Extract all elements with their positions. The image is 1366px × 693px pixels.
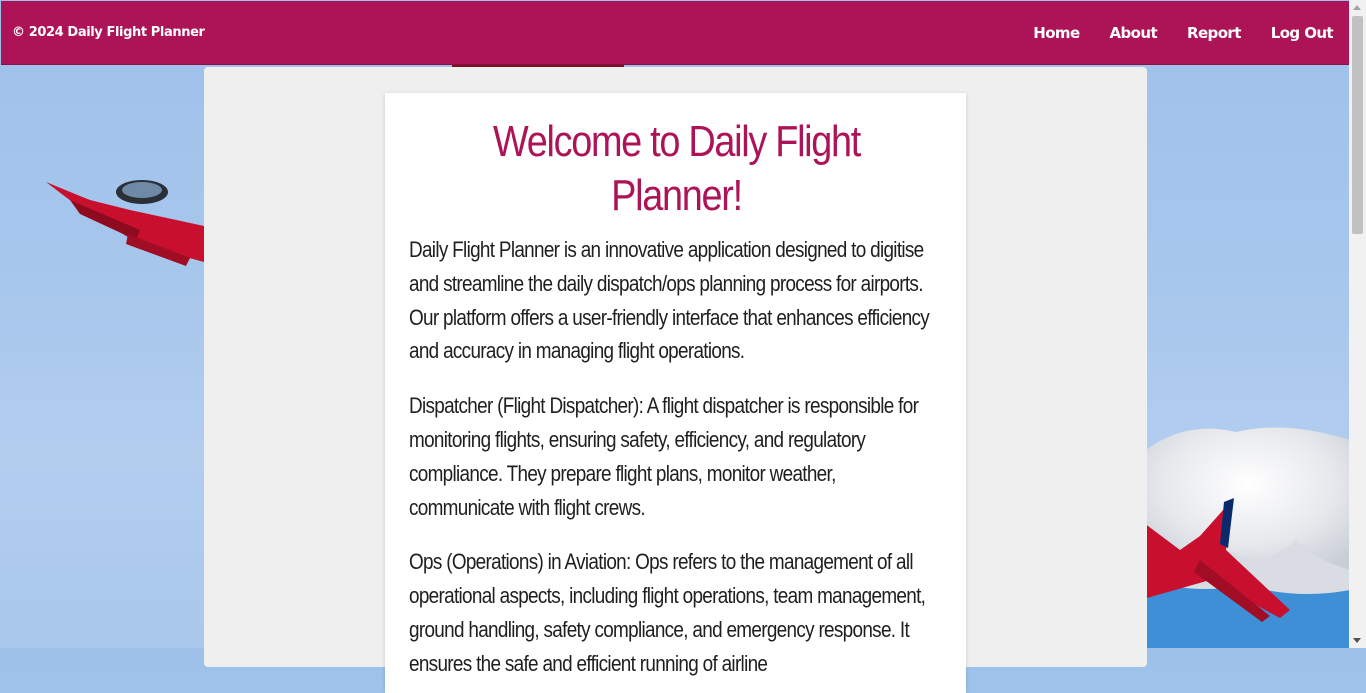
main-nav: Home About Report Log Out (1033, 24, 1333, 42)
background-jet-image (40, 170, 210, 275)
scrollbar-thumb[interactable] (1352, 16, 1363, 234)
nav-home-link[interactable]: Home (1033, 24, 1080, 42)
page-title: Welcome to Daily Flight Planner! (492, 117, 861, 220)
background-jet-image (1140, 490, 1350, 653)
brand-copyright: © 2024 Daily Flight Planner (12, 25, 205, 40)
ops-paragraph: Ops (Operations) in Aviation: Ops refers… (409, 549, 926, 676)
nav-about-link[interactable]: About (1110, 24, 1158, 42)
nav-report-link[interactable]: Report (1187, 24, 1241, 42)
scroll-up-arrow-icon[interactable] (1353, 5, 1361, 10)
intro-paragraph: Daily Flight Planner is an innovative ap… (409, 237, 930, 364)
dispatcher-paragraph: Dispatcher (Flight Dispatcher): A flight… (409, 393, 919, 520)
welcome-card: Welcome to Daily Flight Planner! Daily F… (385, 93, 966, 693)
nav-logout-link[interactable]: Log Out (1271, 24, 1334, 42)
top-navigation-bar: © 2024 Daily Flight Planner Home About R… (1, 1, 1349, 65)
vertical-scrollbar[interactable] (1349, 0, 1366, 648)
scroll-down-arrow-icon[interactable] (1353, 638, 1361, 643)
